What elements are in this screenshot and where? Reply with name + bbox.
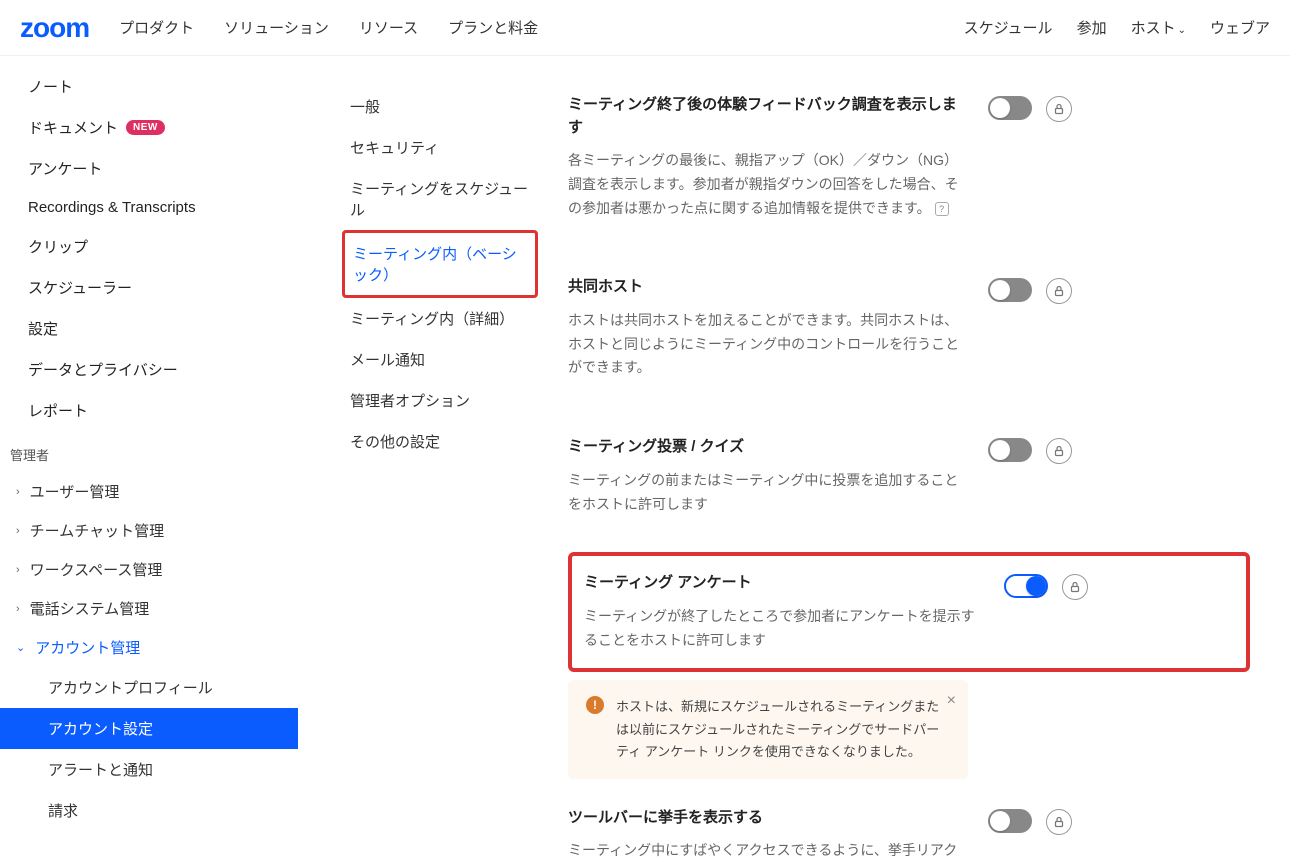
- info-text: ホストは、新規にスケジュールされるミーティングまたは以前にスケジュールされたミー…: [616, 696, 950, 762]
- sidebar-item[interactable]: スケジューラー: [0, 267, 298, 308]
- lock-icon[interactable]: [1046, 438, 1072, 464]
- nav-schedule[interactable]: スケジュール: [964, 17, 1053, 38]
- setting-title: ミーティング アンケート: [584, 572, 984, 595]
- sidebar-item[interactable]: Recordings & Transcripts: [0, 189, 298, 226]
- settings-tabs: 一般セキュリティミーティングをスケジュールミーティング内（ベーシック）ミーティン…: [298, 56, 558, 859]
- info-banner: ! ホストは、新規にスケジュールされるミーティングまたは以前にスケジュールされたミ…: [568, 680, 968, 778]
- chevron-right-icon: ›: [16, 564, 20, 576]
- lock-icon[interactable]: [1046, 809, 1072, 835]
- lock-icon[interactable]: [1046, 278, 1072, 304]
- setting-desc: ミーティングの前またはミーティング中に投票を追加することをホストに許可します: [568, 469, 968, 517]
- lock-icon[interactable]: [1062, 574, 1088, 600]
- sidebar-item-label: データとプライバシー: [28, 359, 178, 380]
- sidebar-subitem[interactable]: アラートと通知: [0, 749, 298, 790]
- sidebar-item-label: ドキュメント: [28, 117, 118, 138]
- settings-tab[interactable]: その他の設定: [342, 421, 538, 462]
- setting-row: ミーティング投票 / クイズミーティングの前またはミーティング中に投票を追加する…: [568, 408, 1250, 544]
- setting-row: ミーティング アンケートミーティングが終了したところで参加者にアンケートを提示す…: [568, 552, 1250, 672]
- sidebar-subitem[interactable]: 請求: [0, 790, 298, 831]
- setting-row: 共同ホストホストは共同ホストを加えることができます。共同ホストは、ホストと同じよ…: [568, 248, 1250, 408]
- sidebar-admin-label: チームチャット管理: [30, 520, 164, 541]
- sidebar-admin-item[interactable]: ⌄ アカウント管理: [0, 628, 298, 667]
- setting-desc: 各ミーティングの最後に、親指アップ（OK）／ダウン（NG）調査を表示します。参加…: [568, 149, 968, 220]
- setting-title: 共同ホスト: [568, 276, 968, 299]
- chevron-right-icon: ›: [16, 603, 20, 615]
- sidebar-item-label: クリップ: [28, 236, 88, 257]
- settings-tab[interactable]: 管理者オプション: [342, 380, 538, 421]
- sidebar-subitem[interactable]: アカウント設定: [0, 708, 298, 749]
- toggle-switch[interactable]: [988, 809, 1032, 833]
- sidebar-admin-label: ワークスペース管理: [30, 559, 163, 580]
- settings-list[interactable]: ミーティング終了後の体験フィードバック調査を表示します各ミーティングの最後に、親…: [558, 56, 1290, 859]
- sidebar-item-label: Recordings & Transcripts: [28, 199, 196, 216]
- sidebar-item-label: レポート: [28, 400, 88, 421]
- sidebar-item-label: アンケート: [28, 158, 102, 179]
- settings-tab[interactable]: ミーティングをスケジュール: [342, 168, 538, 230]
- setting-title: ミーティング投票 / クイズ: [568, 436, 968, 459]
- setting-desc: ミーティング中にすばやくアクセスできるように、挙手リアクションを他のリアクション…: [568, 839, 968, 859]
- settings-tab[interactable]: メール通知: [342, 339, 538, 380]
- sidebar-admin-label: 電話システム管理: [30, 598, 150, 619]
- sidebar-item[interactable]: データとプライバシー: [0, 349, 298, 390]
- left-sidebar[interactable]: ノートドキュメント NEW アンケート Recordings & Transcript…: [0, 56, 298, 859]
- settings-tab[interactable]: 一般: [342, 86, 538, 127]
- setting-row: ミーティング終了後の体験フィードバック調査を表示します各ミーティングの最後に、親…: [568, 66, 1250, 248]
- toggle-switch[interactable]: [988, 96, 1032, 120]
- setting-title: ツールバーに挙手を表示する: [568, 807, 968, 830]
- help-icon[interactable]: ?: [935, 202, 949, 216]
- lock-icon[interactable]: [1046, 96, 1072, 122]
- sidebar-admin-label: アカウント管理: [35, 637, 140, 658]
- setting-row: ツールバーに挙手を表示するミーティング中にすばやくアクセスできるように、挙手リア…: [568, 779, 1250, 859]
- sidebar-admin-item[interactable]: › 電話システム管理: [0, 589, 298, 628]
- sidebar-item[interactable]: レポート: [0, 390, 298, 431]
- chevron-down-icon: ⌄: [1178, 25, 1186, 36]
- sidebar-item[interactable]: クリップ: [0, 226, 298, 267]
- warning-icon: !: [586, 696, 604, 714]
- zoom-logo[interactable]: zoom: [20, 12, 89, 44]
- nav-webapp[interactable]: ウェブア: [1210, 17, 1270, 38]
- sidebar-admin-item[interactable]: › チームチャット管理: [0, 511, 298, 550]
- sidebar-admin-item[interactable]: › ワークスペース管理: [0, 550, 298, 589]
- chevron-down-icon: ⌄: [16, 641, 25, 654]
- settings-tab[interactable]: ミーティング内（ベーシック）: [342, 230, 538, 298]
- top-header: zoom プロダクト ソリューション リソース プランと料金 スケジュール 参加…: [0, 0, 1290, 56]
- setting-desc: ミーティングが終了したところで参加者にアンケートを提示することをホストに許可しま…: [584, 605, 984, 653]
- nav-products[interactable]: プロダクト: [119, 17, 194, 38]
- sidebar-item[interactable]: アンケート: [0, 148, 298, 189]
- toggle-switch[interactable]: [988, 278, 1032, 302]
- chevron-right-icon: ›: [16, 525, 20, 537]
- nav-plans[interactable]: プランと料金: [448, 17, 538, 38]
- nav-host[interactable]: ホスト⌄: [1131, 17, 1186, 38]
- nav-join[interactable]: 参加: [1077, 17, 1107, 38]
- sidebar-item-label: 設定: [28, 318, 58, 339]
- nav-solutions[interactable]: ソリューション: [224, 17, 329, 38]
- setting-title: ミーティング終了後の体験フィードバック調査を表示します: [568, 94, 968, 139]
- sidebar-item[interactable]: ドキュメント NEW: [0, 107, 298, 148]
- sidebar-admin-item[interactable]: › ユーザー管理: [0, 472, 298, 511]
- new-badge: NEW: [126, 120, 165, 135]
- top-nav-left: プロダクト ソリューション リソース プランと料金: [119, 17, 964, 38]
- sidebar-item-label: スケジューラー: [28, 277, 132, 298]
- toggle-switch[interactable]: [988, 438, 1032, 462]
- sidebar-section-admin: 管理者: [0, 431, 298, 472]
- sidebar-item[interactable]: ノート: [0, 66, 298, 107]
- settings-tab[interactable]: ミーティング内（詳細）: [342, 298, 538, 339]
- settings-tab[interactable]: セキュリティ: [342, 127, 538, 168]
- setting-desc: ホストは共同ホストを加えることができます。共同ホストは、ホストと同じようにミーテ…: [568, 309, 968, 380]
- toggle-switch[interactable]: [1004, 574, 1048, 598]
- sidebar-item-label: ノート: [28, 76, 73, 97]
- sidebar-admin-label: ユーザー管理: [30, 481, 120, 502]
- chevron-right-icon: ›: [16, 486, 20, 498]
- sidebar-subitem[interactable]: アカウントプロフィール: [0, 667, 298, 708]
- close-icon[interactable]: ×: [947, 692, 956, 710]
- top-nav-right: スケジュール 参加 ホスト⌄ ウェブア: [964, 17, 1270, 38]
- nav-resources[interactable]: リソース: [359, 17, 418, 38]
- sidebar-item[interactable]: 設定: [0, 308, 298, 349]
